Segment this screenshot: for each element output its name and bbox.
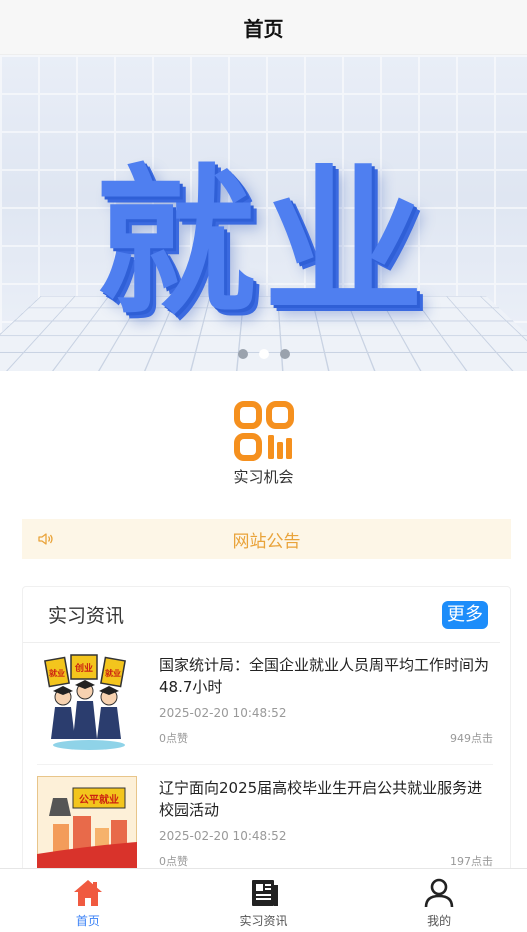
- sign-label: 公平就业: [79, 793, 119, 806]
- top-navbar: 首页: [0, 0, 527, 55]
- tab-label: 实习资讯: [239, 914, 288, 928]
- news-stats: 0点赞 197点击: [159, 853, 493, 869]
- home-icon: [73, 880, 102, 906]
- user-icon: [424, 878, 454, 908]
- news-section: 实习资讯 更多 就业 创业 就业 国家统计局：全国企业就业人员周平均工作时间为4…: [22, 586, 511, 888]
- news-thumbnail: 公平就业: [37, 776, 137, 876]
- banner-carousel[interactable]: 就业: [0, 55, 527, 371]
- home-page: 首页 就业 实习机会 网站公告 实习资讯 更多 就业 创业 就业 国家统计局：全…: [0, 0, 527, 932]
- sign-label: 就业: [105, 668, 121, 678]
- carousel-dot[interactable]: [237, 349, 248, 359]
- carousel-indicators: [0, 349, 527, 359]
- tab-label: 首页: [75, 914, 100, 928]
- more-button[interactable]: 更多: [442, 600, 488, 629]
- news-header: 实习资讯 更多: [23, 587, 500, 643]
- news-body: 国家统计局：全国企业就业人员周平均工作时间为48.7小时 2025-02-20 …: [159, 653, 493, 764]
- bottom-tabbar: 首页 实习资讯 我的: [0, 868, 527, 932]
- category-label: 实习机会: [233, 468, 294, 486]
- qr-code-icon: [233, 401, 294, 461]
- news-item[interactable]: 就业 创业 就业 国家统计局：全国企业就业人员周平均工作时间为48.7小时 20…: [37, 653, 493, 765]
- notice-bar[interactable]: 网站公告: [22, 519, 511, 559]
- sign-label: 创业: [74, 662, 93, 674]
- news-section-title: 实习资讯: [48, 605, 125, 627]
- clicks-count: 197点击: [450, 855, 493, 868]
- news-title[interactable]: 辽宁面向2025届高校毕业生开启公共就业服务进校园活动: [159, 777, 493, 821]
- clicks-count: 949点击: [450, 732, 493, 745]
- carousel-dot-active[interactable]: [258, 349, 269, 359]
- tab-label: 我的: [427, 914, 452, 928]
- tab-home[interactable]: 首页: [0, 869, 176, 932]
- sign-label: 就业: [49, 668, 65, 678]
- category-internship[interactable]: 实习机会: [0, 400, 527, 487]
- news-icon: [251, 880, 278, 906]
- page-title: 首页: [243, 16, 284, 41]
- banner-headline: 就业: [95, 149, 432, 336]
- tab-mine[interactable]: 我的: [351, 869, 527, 932]
- news-time: 2025-02-20 10:48:52: [159, 706, 287, 720]
- likes-count: 0点赞: [159, 732, 188, 745]
- speaker-icon: [38, 533, 53, 545]
- news-thumbnail: 就业 创业 就业: [37, 653, 137, 753]
- carousel-dot[interactable]: [279, 349, 290, 359]
- likes-count: 0点赞: [159, 855, 188, 868]
- notice-text: 网站公告: [232, 531, 301, 552]
- news-title[interactable]: 国家统计局：全国企业就业人员周平均工作时间为48.7小时: [159, 654, 493, 698]
- news-time: 2025-02-20 10:48:52: [159, 829, 287, 843]
- news-stats: 0点赞 949点击: [159, 730, 493, 746]
- tab-news[interactable]: 实习资讯: [176, 869, 352, 932]
